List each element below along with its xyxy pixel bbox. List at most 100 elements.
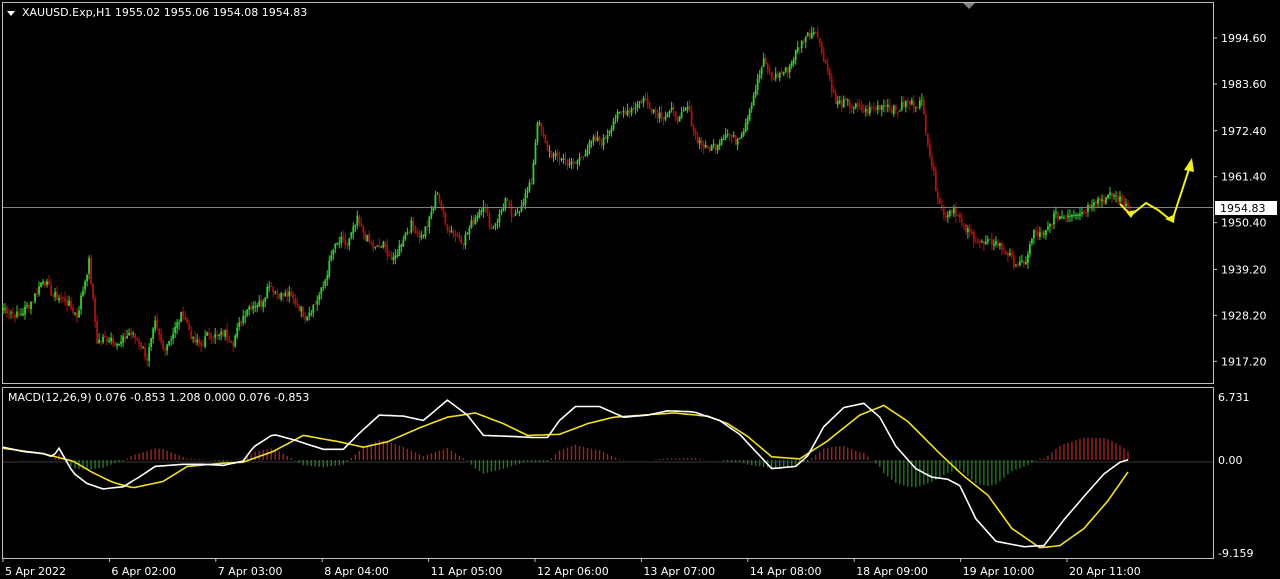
candle-body bbox=[266, 286, 269, 299]
candle-body bbox=[1083, 211, 1085, 214]
candle-body bbox=[900, 102, 903, 110]
candle-body bbox=[938, 198, 941, 204]
candle-body bbox=[958, 214, 961, 219]
candle-body bbox=[970, 231, 973, 234]
candle-body bbox=[32, 301, 34, 303]
candle-body bbox=[450, 230, 453, 233]
candle-body bbox=[526, 190, 529, 193]
candle-body bbox=[988, 238, 991, 240]
candle-body bbox=[1045, 230, 1047, 235]
candle-body bbox=[1113, 195, 1115, 197]
candle-body bbox=[210, 334, 213, 339]
candle-body bbox=[6, 307, 8, 314]
candle-body bbox=[664, 116, 667, 120]
candle-body bbox=[542, 132, 545, 137]
candle-body bbox=[344, 238, 347, 245]
candle-body bbox=[692, 126, 695, 132]
candle-body bbox=[2, 307, 4, 311]
candle-body bbox=[30, 301, 32, 309]
candle-body bbox=[474, 217, 477, 225]
candle-body bbox=[460, 239, 463, 244]
candle-body bbox=[1004, 250, 1007, 255]
candle-body bbox=[578, 157, 581, 161]
candle-body bbox=[268, 286, 271, 288]
candle-body bbox=[650, 109, 653, 112]
candle-body bbox=[776, 74, 779, 78]
candle-body bbox=[744, 123, 747, 133]
candle-body bbox=[1039, 232, 1041, 237]
candle-body bbox=[586, 149, 589, 155]
candle-body bbox=[74, 312, 76, 314]
candle-body bbox=[448, 229, 451, 232]
candle-body bbox=[506, 198, 509, 201]
candle-body bbox=[1041, 232, 1043, 234]
candle-body bbox=[130, 331, 133, 336]
candle-body bbox=[466, 233, 469, 235]
candle-body bbox=[254, 306, 257, 308]
candle-body bbox=[602, 137, 605, 146]
macd-tick-label: 6.731 bbox=[1218, 391, 1250, 404]
candle-body bbox=[622, 111, 625, 113]
candle-body bbox=[876, 105, 879, 110]
candle-body bbox=[576, 160, 579, 164]
candle-body bbox=[438, 194, 441, 201]
candle-body bbox=[808, 32, 811, 38]
candle-body bbox=[488, 213, 491, 227]
candle-body bbox=[858, 105, 861, 107]
candle-body bbox=[342, 236, 345, 239]
candle-body bbox=[82, 290, 84, 296]
candle-body bbox=[710, 144, 713, 151]
candle-body bbox=[1010, 252, 1013, 256]
candle-body bbox=[382, 241, 385, 248]
candle-body bbox=[614, 119, 617, 121]
candle-body bbox=[874, 108, 877, 110]
candle-body bbox=[154, 320, 157, 330]
candle-body bbox=[324, 280, 327, 286]
candle-body bbox=[860, 104, 863, 111]
candle-body bbox=[780, 71, 783, 74]
candle-body bbox=[696, 136, 699, 144]
candle-body bbox=[774, 73, 777, 79]
candle-body bbox=[276, 292, 279, 294]
candle-body bbox=[562, 158, 565, 161]
candle-body bbox=[168, 340, 171, 345]
candle-body bbox=[34, 293, 36, 302]
candle-body bbox=[152, 328, 155, 339]
candle-body bbox=[444, 212, 447, 224]
candle-body bbox=[204, 336, 207, 347]
candle-body bbox=[24, 306, 26, 315]
time-tick-label: 18 Apr 09:00 bbox=[856, 565, 928, 578]
candle-body bbox=[754, 89, 757, 96]
current-price-tag: 1954.83 bbox=[1220, 202, 1266, 215]
candle-body bbox=[1037, 231, 1039, 237]
candle-body bbox=[1065, 217, 1067, 219]
candle-body bbox=[452, 231, 455, 235]
candle-body bbox=[234, 335, 237, 347]
candle-body bbox=[956, 215, 959, 217]
candle-body bbox=[688, 105, 691, 111]
candle-body bbox=[182, 311, 185, 317]
candle-body bbox=[1117, 196, 1119, 202]
candle-body bbox=[1025, 262, 1027, 265]
candle-body bbox=[312, 305, 315, 313]
time-tick-label: 20 Apr 11:00 bbox=[1069, 565, 1141, 578]
candle-body bbox=[1079, 213, 1081, 216]
candle-body bbox=[172, 333, 175, 339]
candle-body bbox=[148, 347, 151, 362]
candle-body bbox=[968, 228, 971, 232]
candle-body bbox=[192, 336, 195, 339]
candle-body bbox=[264, 297, 267, 302]
candle-body bbox=[1002, 248, 1005, 251]
candle-body bbox=[974, 241, 977, 243]
candle-body bbox=[206, 332, 209, 336]
candle-body bbox=[590, 140, 593, 143]
candle-body bbox=[150, 337, 153, 347]
candle-body bbox=[478, 211, 481, 217]
candle-body bbox=[610, 128, 613, 132]
candle-body bbox=[374, 247, 377, 249]
candle-body bbox=[880, 105, 883, 110]
candle-body bbox=[848, 100, 851, 108]
candle-body bbox=[598, 136, 601, 142]
candle-body bbox=[734, 135, 737, 145]
candle-body bbox=[256, 305, 259, 308]
